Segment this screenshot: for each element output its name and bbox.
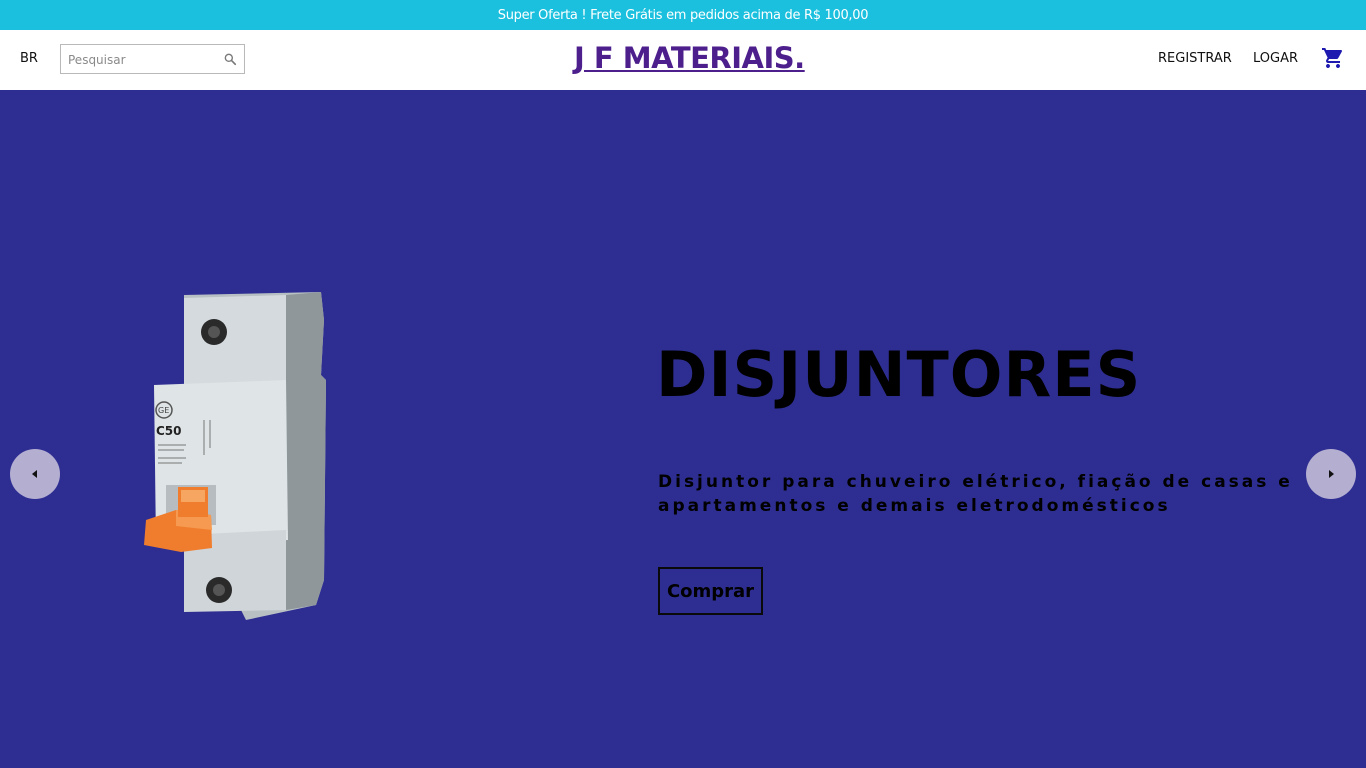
slider-prev-button[interactable] bbox=[10, 449, 60, 499]
register-link[interactable]: REGISTRAR bbox=[1158, 51, 1232, 66]
search-box bbox=[60, 44, 245, 74]
slider-next-button[interactable] bbox=[1306, 449, 1356, 499]
arrow-left-icon bbox=[32, 470, 37, 478]
logo-link[interactable]: J F MATERIAIS. bbox=[574, 41, 805, 75]
hero-description: Disjuntor para chuveiro elétrico, fiação… bbox=[658, 472, 1293, 516]
product-label-text: C50 bbox=[156, 424, 182, 438]
circuit-breaker-image: GE C50 bbox=[144, 292, 326, 620]
login-link[interactable]: LOGAR bbox=[1253, 51, 1298, 66]
navbar: BR J F MATERIAIS. REGISTRAR LOGAR bbox=[0, 30, 1366, 90]
search-icon[interactable] bbox=[223, 52, 237, 66]
hero-slider: GE C50 DISJUNTORES Disjuntor para chuvei… bbox=[0, 90, 1366, 768]
announcement-bar: Super Oferta ! Frete Grátis em pedidos a… bbox=[0, 0, 1366, 30]
arrow-right-icon bbox=[1329, 470, 1334, 478]
product-brand-text: GE bbox=[158, 406, 169, 415]
announcement-text: Super Oferta ! Frete Grátis em pedidos a… bbox=[497, 7, 869, 23]
hero-title: DISJUNTORES bbox=[656, 338, 1142, 411]
language-selector[interactable]: BR bbox=[20, 51, 38, 66]
search-input[interactable] bbox=[68, 51, 218, 69]
buy-button[interactable]: Comprar bbox=[658, 567, 763, 615]
cart-icon[interactable] bbox=[1321, 46, 1345, 70]
